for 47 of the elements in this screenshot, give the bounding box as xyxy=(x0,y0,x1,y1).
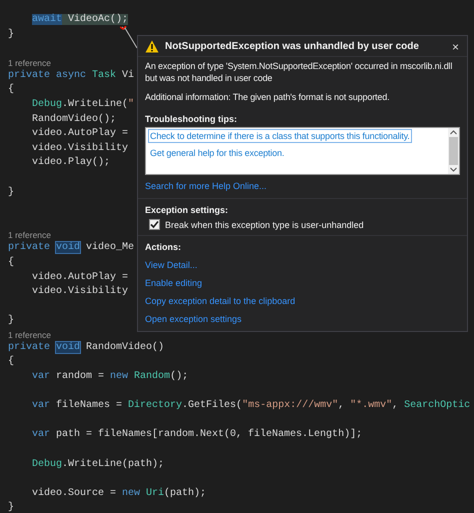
code-line: Debug.WriteLine(path); xyxy=(32,458,164,470)
code-line: } xyxy=(8,315,14,326)
section-heading: Exception settings: xyxy=(145,204,230,216)
code-line: private void video_Me xyxy=(8,242,134,254)
code-line: { xyxy=(8,256,14,268)
code-line: } xyxy=(8,186,14,198)
section-heading: Troubleshooting tips: xyxy=(145,112,238,124)
scroll-up-icon[interactable] xyxy=(450,130,457,134)
code-line: video.Visibility xyxy=(32,286,128,298)
tip-link[interactable]: Get general help for this exception. xyxy=(148,146,286,160)
code-line: RandomVideo(); xyxy=(32,114,116,125)
checkbox-label: Break when this exception type is user-unhandled xyxy=(165,218,364,230)
code-line: video.Source = new Uri(path); xyxy=(32,488,206,499)
popup-title: NotSupportedException was unhandled by user code xyxy=(165,41,420,52)
code-line: video.Play(); xyxy=(32,157,110,168)
action-link[interactable]: Copy exception detail to the clipboard xyxy=(145,294,296,306)
reference-count[interactable]: 1 reference xyxy=(8,58,51,68)
code-line: video.AutoPlay = xyxy=(32,128,128,140)
exception-message: An exception of type 'System.NotSupportedException' occurred in mscorlib.ni.dll but was not handled in user code xyxy=(145,61,454,84)
tip-link[interactable]: Check to determine if there is a class that supports this functionality. xyxy=(148,128,412,142)
code-line: { xyxy=(8,84,14,96)
code-line: var random = new Random(); xyxy=(32,371,188,382)
section-heading: Actions: xyxy=(145,240,182,252)
scroll-down-icon[interactable] xyxy=(450,166,457,172)
action-link[interactable]: View Detail... xyxy=(145,258,198,270)
code-line: Debug.WriteLine(" xyxy=(32,98,134,110)
reference-count[interactable]: 1 reference xyxy=(8,230,51,240)
code-line: private void RandomVideo() xyxy=(8,342,164,353)
code-line: video.Visibility xyxy=(32,142,128,154)
code-line: } xyxy=(8,502,14,513)
action-link[interactable]: Enable editing xyxy=(145,276,202,288)
warning-icon xyxy=(145,40,159,53)
reference-count[interactable]: 1 reference xyxy=(8,330,51,340)
scrollbar[interactable] xyxy=(448,128,459,174)
code-line: private async Task Vi xyxy=(8,70,134,81)
close-button[interactable]: × xyxy=(450,40,461,52)
code-line: } xyxy=(8,28,14,40)
leader-line xyxy=(120,26,140,50)
code-line: var fileNames = Directory.GetFiles("ms-appx:///wmv", "*.wmv", SearchOptic xyxy=(32,400,470,412)
checkbox[interactable] xyxy=(149,219,160,230)
code-line: await VideoAc(); xyxy=(32,14,128,25)
action-link[interactable]: Open exception settings xyxy=(145,312,242,324)
code-line: video.AutoPlay = xyxy=(32,272,128,282)
search-help-link[interactable]: Search for more Help Online... xyxy=(145,180,267,192)
code-line: var path = fileNames[random.Next(0, fileNames.Length)]; xyxy=(32,429,362,440)
code-line: { xyxy=(8,356,14,368)
additional-information: Additional information: The given path's format is not supported. xyxy=(145,92,390,104)
